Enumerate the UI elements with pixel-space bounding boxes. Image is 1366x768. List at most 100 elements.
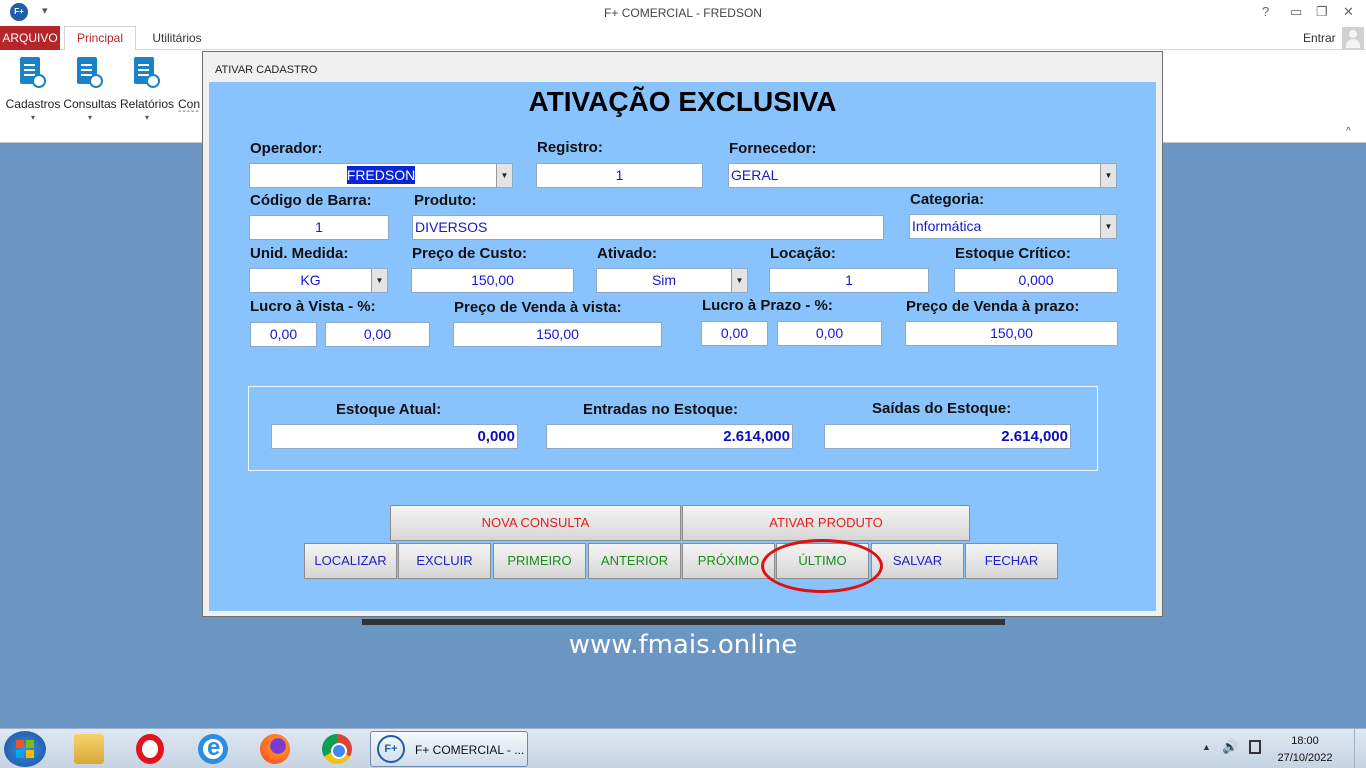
registro-field[interactable]: 1 bbox=[536, 163, 703, 188]
preco-venda-vista-field[interactable]: 150,00 bbox=[453, 322, 662, 347]
ativado-label: Ativado: bbox=[597, 245, 657, 262]
produto-field[interactable]: DIVERSOS bbox=[412, 215, 884, 240]
cadastros-icon bbox=[18, 56, 48, 90]
dialog-body: ATIVAÇÃO EXCLUSIVA Operador: FREDSON ▼ R… bbox=[209, 82, 1156, 611]
watermark-text: www.fmais.online bbox=[568, 630, 798, 660]
network-icon[interactable] bbox=[1249, 740, 1261, 754]
chevron-down-icon[interactable]: ▼ bbox=[1100, 164, 1116, 187]
estoque-atual-label: Estoque Atual: bbox=[336, 401, 442, 418]
taskbar: F+ F+ COMERCIAL - ... ▲ 🔊 18:00 27/10/20… bbox=[0, 728, 1366, 768]
chevron-down-icon[interactable]: ▼ bbox=[731, 269, 747, 292]
relatorios-label: Relatórios bbox=[119, 97, 175, 111]
estoque-atual-field[interactable]: 0,000 bbox=[271, 424, 518, 449]
window-title: F+ COMERCIAL - FREDSON bbox=[604, 6, 762, 20]
lucro-prazo-label: Lucro à Prazo - %: bbox=[702, 297, 833, 314]
help-button[interactable]: ? bbox=[1262, 4, 1269, 19]
estoque-critico-label: Estoque Crítico: bbox=[955, 245, 1071, 262]
ativar-produto-button[interactable]: ATIVAR PRODUTO bbox=[682, 505, 970, 541]
ribbon-tabs: ARQUIVO Principal Utilitários Entrar bbox=[0, 26, 1366, 51]
chevron-down-icon: ▾ bbox=[30, 113, 35, 122]
ie-icon[interactable] bbox=[198, 734, 228, 764]
relatorios-button[interactable]: Relatórios ▾ bbox=[119, 56, 175, 122]
preco-custo-label: Preço de Custo: bbox=[412, 245, 528, 262]
codigo-barra-label: Código de Barra: bbox=[250, 192, 372, 209]
fornecedor-label: Fornecedor: bbox=[729, 140, 817, 157]
categoria-value: Informática bbox=[912, 218, 982, 234]
fechar-button[interactable]: FECHAR bbox=[965, 543, 1058, 579]
consultas-button[interactable]: Consultas ▾ bbox=[62, 56, 118, 122]
preco-custo-field[interactable]: 150,00 bbox=[411, 268, 574, 293]
saidas-estoque-label: Saídas do Estoque: bbox=[872, 400, 1012, 417]
highlight-annotation bbox=[761, 539, 883, 593]
ribbon-display-button[interactable]: ▭ bbox=[1290, 4, 1302, 20]
tab-arquivo[interactable]: ARQUIVO bbox=[0, 26, 60, 50]
lucro-vista-pct-field[interactable]: 0,00 bbox=[250, 322, 317, 347]
locacao-field[interactable]: 1 bbox=[769, 268, 929, 293]
relatorios-icon bbox=[132, 56, 162, 90]
tab-principal[interactable]: Principal bbox=[64, 26, 136, 51]
operador-select[interactable]: FREDSON ▼ bbox=[249, 163, 513, 188]
con-button[interactable]: Con bbox=[178, 56, 202, 111]
primeiro-button[interactable]: PRIMEIRO bbox=[493, 543, 586, 579]
con-icon bbox=[178, 56, 202, 90]
lucro-vista-label: Lucro à Vista - %: bbox=[250, 298, 376, 315]
taskbar-app-button[interactable]: F+ F+ COMERCIAL - ... bbox=[370, 731, 528, 767]
firefox-icon[interactable] bbox=[260, 734, 290, 764]
close-button[interactable]: ✕ bbox=[1343, 4, 1354, 20]
ativar-cadastro-dialog: ATIVAR CADASTRO ATIVAÇÃO EXCLUSIVA Opera… bbox=[202, 51, 1163, 617]
consultas-icon bbox=[75, 56, 105, 90]
nova-consulta-button[interactable]: NOVA CONSULTA bbox=[390, 505, 681, 541]
anterior-button[interactable]: ANTERIOR bbox=[588, 543, 681, 579]
localizar-button[interactable]: LOCALIZAR bbox=[304, 543, 397, 579]
windows-start-icon[interactable] bbox=[4, 731, 46, 767]
preco-venda-prazo-label: Preço de Venda à prazo: bbox=[906, 298, 1080, 315]
fplus-app-icon: F+ bbox=[377, 735, 405, 763]
page-title: ATIVAÇÃO EXCLUSIVA bbox=[528, 86, 837, 117]
user-avatar-icon[interactable] bbox=[1342, 27, 1364, 49]
lucro-prazo-pct-field[interactable]: 0,00 bbox=[701, 321, 768, 346]
unid-medida-select[interactable]: KG ▼ bbox=[249, 268, 388, 293]
chevron-down-icon: ▾ bbox=[87, 113, 92, 122]
opera-icon[interactable] bbox=[136, 734, 164, 764]
fornecedor-value: GERAL bbox=[731, 167, 779, 183]
lucro-vista-valor-field[interactable]: 0,00 bbox=[325, 322, 430, 347]
show-desktop-button[interactable] bbox=[1354, 729, 1366, 768]
fornecedor-select[interactable]: GERAL ▼ bbox=[728, 163, 1117, 188]
volume-icon[interactable]: 🔊 bbox=[1222, 739, 1238, 755]
cadastros-button[interactable]: Cadastros ▾ bbox=[5, 56, 61, 122]
categoria-select[interactable]: Informática ▼ bbox=[909, 214, 1117, 239]
lucro-prazo-valor-field[interactable]: 0,00 bbox=[777, 321, 882, 346]
entradas-estoque-label: Entradas no Estoque: bbox=[583, 401, 739, 418]
preco-venda-prazo-field[interactable]: 150,00 bbox=[905, 321, 1118, 346]
unid-medida-value: KG bbox=[300, 272, 321, 288]
tab-utilitarios[interactable]: Utilitários bbox=[142, 26, 212, 50]
chevron-down-icon[interactable]: ▼ bbox=[371, 269, 387, 292]
con-separator: ----- bbox=[178, 106, 200, 117]
sign-in-link[interactable]: Entrar bbox=[1303, 31, 1336, 45]
preco-venda-vista-label: Preço de Venda à vista: bbox=[454, 299, 622, 316]
locacao-label: Locação: bbox=[770, 245, 836, 262]
excluir-button[interactable]: EXCLUIR bbox=[398, 543, 491, 579]
restore-button[interactable]: ❐ bbox=[1316, 4, 1328, 20]
ativado-select[interactable]: Sim ▼ bbox=[596, 268, 748, 293]
unid-medida-label: Unid. Medida: bbox=[250, 245, 349, 262]
chevron-down-icon[interactable]: ▼ bbox=[1100, 215, 1116, 238]
saidas-estoque-field[interactable]: 2.614,000 bbox=[824, 424, 1071, 449]
salvar-button[interactable]: SALVAR bbox=[871, 543, 964, 579]
ribbon-collapse-icon[interactable]: ^ bbox=[1346, 126, 1351, 137]
chrome-icon[interactable] bbox=[322, 734, 352, 764]
codigo-barra-field[interactable]: 1 bbox=[249, 215, 389, 240]
estoque-critico-field[interactable]: 0,000 bbox=[954, 268, 1118, 293]
operador-value: FREDSON bbox=[346, 166, 416, 184]
ativado-value: Sim bbox=[651, 272, 677, 288]
categoria-label: Categoria: bbox=[910, 191, 985, 208]
clock-date[interactable]: 27/10/2022 bbox=[1270, 752, 1340, 764]
title-bar: F+ ▾ F+ COMERCIAL - FREDSON ? ▭ ❐ ✕ bbox=[0, 0, 1366, 26]
explorer-icon[interactable] bbox=[74, 734, 104, 764]
consultas-label: Consultas bbox=[63, 97, 117, 111]
tray-expand-icon[interactable]: ▲ bbox=[1202, 742, 1211, 752]
chevron-down-icon[interactable]: ▼ bbox=[496, 164, 512, 187]
clock-time[interactable]: 18:00 bbox=[1270, 735, 1340, 747]
entradas-estoque-field[interactable]: 2.614,000 bbox=[546, 424, 793, 449]
dialog-shadow bbox=[362, 619, 1005, 625]
